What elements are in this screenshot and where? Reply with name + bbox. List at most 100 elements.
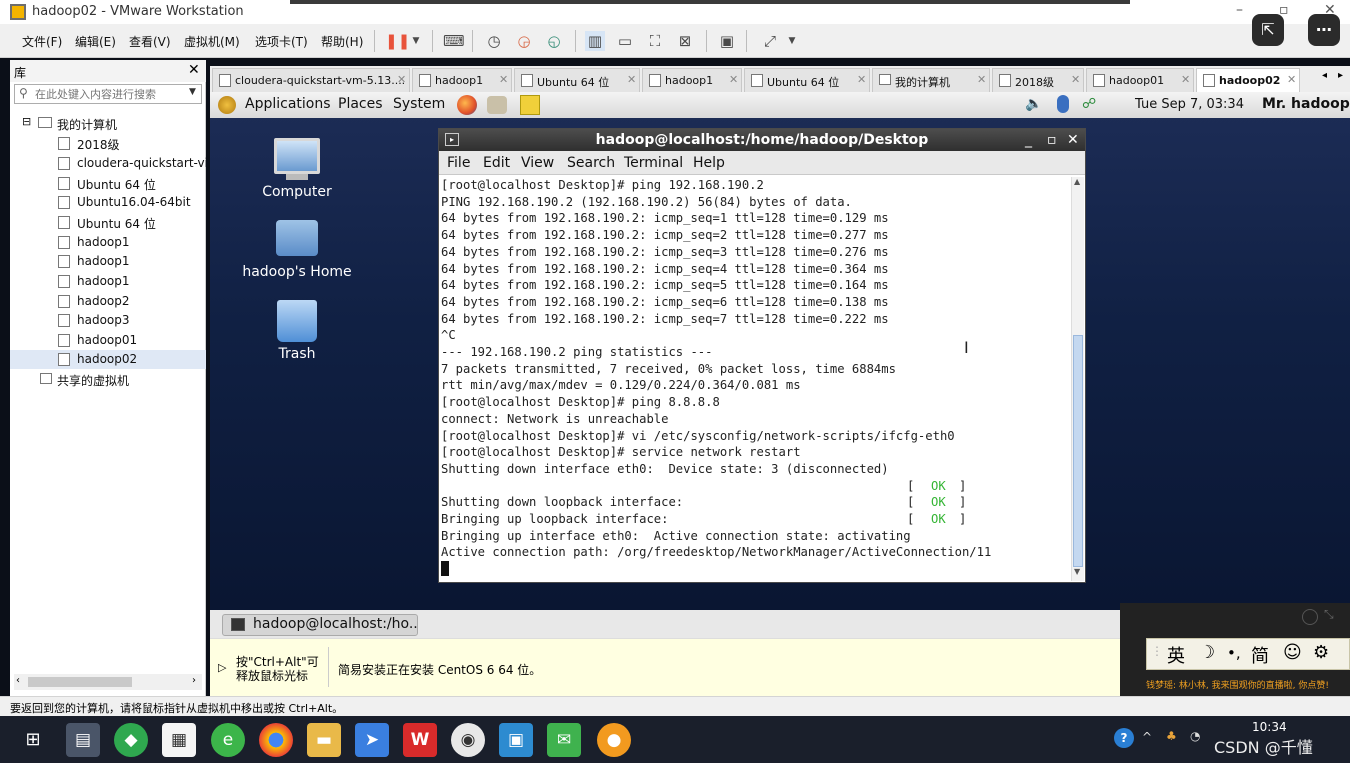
menu-help[interactable]: 帮助(H): [321, 33, 363, 50]
collapse-icon[interactable]: ⊟: [22, 115, 31, 128]
desktop-computer[interactable]: Computer: [242, 138, 352, 200]
tree-item-selected[interactable]: hadoop02: [10, 350, 206, 369]
tab-close-icon[interactable]: ✕: [499, 73, 508, 86]
snapshot-manager-icon[interactable]: ◵: [544, 31, 564, 51]
tree-item[interactable]: Ubuntu16.04-64bit: [10, 193, 206, 212]
media-icon[interactable]: ◉: [451, 723, 485, 757]
menu-places[interactable]: Places: [338, 96, 383, 112]
tab-scroll-left-icon[interactable]: ◂: [1322, 70, 1327, 81]
notes-icon[interactable]: [520, 95, 540, 115]
scroll-up-icon[interactable]: ▲: [1074, 177, 1080, 186]
menu-system[interactable]: System: [393, 96, 445, 112]
tab-close-icon[interactable]: ✕: [1071, 73, 1080, 86]
pin-icon[interactable]: ⤡: [1324, 607, 1334, 622]
tree-item[interactable]: cloudera-quickstart-vi: [10, 154, 206, 173]
terminal-menu-terminal[interactable]: Terminal: [624, 155, 683, 171]
tray-app-icon[interactable]: ♣: [1166, 729, 1177, 743]
library-close-icon[interactable]: ✕: [188, 62, 200, 78]
mail-icon[interactable]: [487, 96, 507, 114]
tab-close-icon[interactable]: ✕: [1287, 73, 1296, 86]
tab-my-computer[interactable]: 我的计算机 ✕: [872, 68, 990, 92]
terminal-menu-search[interactable]: Search: [567, 155, 615, 171]
menu-vm[interactable]: 虚拟机(M): [184, 33, 240, 50]
user-menu[interactable]: Mr. hadoop: [1262, 96, 1350, 112]
menu-view[interactable]: 查看(V): [129, 33, 171, 50]
revert-snapshot-icon[interactable]: ◶: [514, 31, 534, 51]
guest-taskbar-terminal[interactable]: hadoop@localhost:/ho...: [222, 614, 418, 636]
folder-icon[interactable]: ▬: [307, 723, 341, 757]
guest-screen[interactable]: Applications Places System 🔈 ☍ Tue Sep 7…: [210, 92, 1350, 610]
firefox-icon[interactable]: [457, 95, 477, 115]
tab-close-icon[interactable]: ✕: [729, 73, 738, 86]
scroll-left-icon[interactable]: ‹: [16, 675, 20, 686]
scroll-right-icon[interactable]: ›: [192, 675, 196, 686]
unity-icon[interactable]: ⊠: [675, 31, 695, 51]
library-search[interactable]: ⚲ ▼: [14, 84, 202, 104]
tab-hadoop1[interactable]: hadoop1 ✕: [642, 68, 742, 92]
tree-root-my-computer[interactable]: ⊟ 我的计算机: [10, 114, 206, 133]
tab-cloudera[interactable]: cloudera-quickstart-vm-5.13.... ✕: [212, 68, 410, 92]
explorer-icon[interactable]: ▤: [66, 723, 100, 757]
thumbnail-bar-icon[interactable]: ▭: [615, 31, 635, 51]
scroll-thumb[interactable]: [28, 677, 132, 687]
terminal-menu-help[interactable]: Help: [693, 155, 725, 171]
chevron-down-icon[interactable]: ▼: [189, 87, 196, 97]
tree-item[interactable]: hadoop1: [10, 252, 206, 271]
send-keys-icon[interactable]: ⌨: [443, 31, 465, 51]
terminal-scrollbar[interactable]: ▲ ▼: [1071, 177, 1084, 581]
help-icon[interactable]: [1302, 609, 1318, 625]
chrome-icon[interactable]: [259, 723, 293, 757]
close-icon[interactable]: ✕: [1067, 129, 1079, 151]
desktop-trash[interactable]: Trash: [242, 300, 352, 362]
maximize-icon[interactable]: ▫: [1047, 129, 1057, 151]
desktop-home[interactable]: hadoop's Home: [242, 220, 352, 280]
menu-tabs[interactable]: 选项卡(T): [255, 33, 308, 50]
tab-ubuntu[interactable]: Ubuntu 64 位 ✕: [514, 68, 640, 92]
more-icon[interactable]: ⋯: [1308, 14, 1340, 46]
start-icon[interactable]: ⊞: [16, 723, 50, 757]
terminal-window[interactable]: ▸ hadoop@localhost:/home/hadoop/Desktop …: [438, 128, 1086, 583]
library-scrollbar[interactable]: ‹ ›: [14, 674, 202, 690]
menu-edit[interactable]: 编辑(E): [75, 33, 116, 50]
scroll-thumb[interactable]: [1073, 335, 1083, 567]
stretch-dropdown-icon[interactable]: ▼: [782, 31, 802, 51]
gear-icon[interactable]: ⚙: [1313, 642, 1329, 663]
vmware-icon[interactable]: ▣: [499, 723, 533, 757]
terminal-menu-view[interactable]: View: [521, 155, 554, 171]
help-icon[interactable]: ?: [1114, 728, 1134, 748]
library-view-icon[interactable]: ▥: [585, 31, 605, 51]
terminal-output[interactable]: [root@localhost Desktop]# ping 192.168.1…: [441, 177, 1069, 579]
terminal-titlebar[interactable]: ▸ hadoop@localhost:/home/hadoop/Desktop …: [439, 129, 1085, 151]
tab-close-icon[interactable]: ✕: [857, 73, 866, 86]
tree-shared-vms[interactable]: 共享的虚拟机: [10, 370, 206, 389]
tab-scroll-right-icon[interactable]: ▸: [1338, 70, 1343, 81]
punct-icon[interactable]: •,: [1227, 644, 1241, 662]
menu-applications[interactable]: Applications: [245, 96, 331, 112]
tree-item[interactable]: hadoop01: [10, 331, 206, 350]
emoji-icon[interactable]: ☺: [1283, 642, 1302, 663]
dropdown-icon[interactable]: ▼: [406, 31, 426, 51]
tree-item[interactable]: hadoop1: [10, 233, 206, 252]
menu-file[interactable]: 文件(F): [22, 33, 62, 50]
tree-item[interactable]: hadoop1: [10, 272, 206, 291]
console-view-icon[interactable]: ▣: [717, 31, 737, 51]
wifi-icon[interactable]: ◔: [1190, 729, 1200, 743]
scroll-down-icon[interactable]: ▼: [1074, 567, 1080, 576]
terminal-menu-file[interactable]: File: [447, 155, 470, 171]
chevron-up-icon[interactable]: ^: [1142, 730, 1152, 744]
tab-ubuntu[interactable]: Ubuntu 64 位 ✕: [744, 68, 870, 92]
tree-item[interactable]: Ubuntu 64 位: [10, 174, 206, 193]
tab-hadoop01[interactable]: hadoop01 ✕: [1086, 68, 1194, 92]
store-icon[interactable]: ▦: [162, 723, 196, 757]
volume-icon[interactable]: 🔈: [1025, 96, 1042, 112]
bluetooth-icon[interactable]: [1057, 95, 1069, 113]
wps-icon[interactable]: W: [403, 723, 437, 757]
browser-green-icon[interactable]: e: [211, 723, 245, 757]
pause-icon[interactable]: ❚❚: [385, 31, 410, 51]
tree-item[interactable]: hadoop2: [10, 292, 206, 311]
feishu-icon[interactable]: ➤: [355, 723, 389, 757]
terminal-menu-edit[interactable]: Edit: [483, 155, 510, 171]
tab-hadoop1[interactable]: hadoop1 ✕: [412, 68, 512, 92]
clock[interactable]: Tue Sep 7, 03:34: [1135, 97, 1244, 112]
tree-item[interactable]: hadoop3: [10, 311, 206, 330]
